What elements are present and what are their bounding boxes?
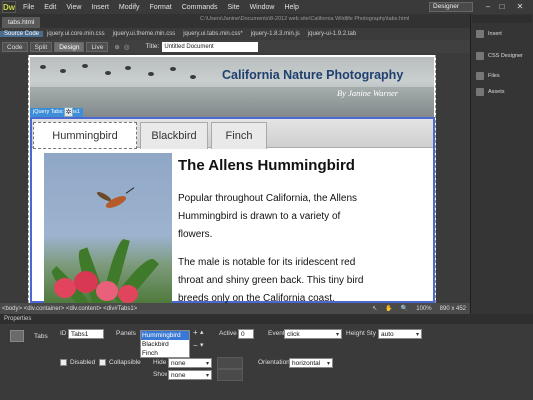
status-bar: <body> <div.container> <div.content> <di…	[0, 303, 470, 314]
panel-item-hummingbird[interactable]: Hummingbird	[141, 331, 189, 340]
orientation-label: Orientation	[258, 359, 290, 366]
paragraph-1-line-2: Hummingbird is drawn to a variety of	[178, 211, 341, 222]
paragraph-1-line-3: flowers.	[178, 229, 213, 240]
panel-css-designer-button[interactable]: CSS Designer	[476, 50, 531, 62]
globe-icon[interactable]: ◎	[124, 43, 130, 51]
select-tool-icon[interactable]: ↖	[372, 305, 377, 312]
window-size[interactable]: 890 x 452	[440, 306, 466, 312]
document-toolbar: Code Split Design Live ⊕ ◎ Title: Untitl…	[0, 40, 470, 53]
tab-hummingbird[interactable]: Hummingbird	[33, 122, 137, 149]
collapsible-label: Collapsible	[109, 359, 141, 366]
hide-options-box	[217, 357, 243, 369]
show-label: Show	[153, 371, 167, 378]
show-select[interactable]: none	[168, 370, 212, 381]
menu-window[interactable]: Window	[245, 4, 280, 11]
tabs-widget-icon	[10, 330, 24, 342]
related-file-theme-css[interactable]: jquery.ui.theme.min.css	[109, 31, 180, 37]
tab-blackbird[interactable]: Blackbird	[140, 122, 208, 149]
active-label: Active	[219, 330, 237, 337]
id-input[interactable]: Tabs1	[68, 329, 104, 339]
panels-list[interactable]: Hummingbird Blackbird Finch	[140, 330, 190, 358]
split-view-button[interactable]: Split	[29, 41, 53, 52]
menu-insert[interactable]: Insert	[86, 4, 114, 11]
panel-insert-button[interactable]: Insert	[476, 28, 531, 40]
maximize-icon[interactable]: □	[497, 2, 507, 11]
remove-panel-icon[interactable]: −	[193, 341, 198, 350]
related-file-core-css[interactable]: jquery.ui.core.min.css	[43, 31, 109, 37]
related-file-jquery-js[interactable]: jquery-1.8.3.min.js	[247, 31, 304, 37]
doc-tab-tabs-html[interactable]: tabs.html	[2, 17, 41, 28]
collapsible-checkbox[interactable]	[99, 359, 106, 366]
content-heading: The Allens Hummingbird	[178, 157, 355, 174]
show-options-box	[217, 369, 243, 381]
panel-item-finch[interactable]: Finch	[141, 349, 189, 358]
hide-label: Hide	[153, 359, 167, 366]
jquery-tabs-label[interactable]: jQuery Tabs: Tabs1	[30, 108, 83, 117]
banner-subtitle: By Janine Warner	[337, 88, 399, 98]
assets-icon	[476, 88, 484, 96]
banner-title: California Nature Photography	[222, 68, 404, 82]
properties-panel	[0, 314, 533, 400]
hand-tool-icon[interactable]: ✋	[385, 305, 392, 312]
dreamweaver-logo: Dw	[2, 1, 16, 13]
related-file-jquery-ui-js[interactable]: jquery-ui-1.9.2.tab	[304, 31, 360, 37]
title-input[interactable]: Untitled Document	[162, 41, 259, 52]
zoom-tool-icon[interactable]: 🔍	[401, 305, 408, 312]
panel-assets-button[interactable]: Assets	[476, 86, 531, 98]
code-view-button[interactable]: Code	[2, 41, 28, 52]
inspect-icon[interactable]: ⊕	[114, 43, 119, 51]
banner-image	[30, 57, 434, 117]
panel-header	[472, 15, 532, 23]
paragraph-1-line-1: Popular throughout California, the Allen…	[178, 193, 358, 204]
title-label: Title:	[145, 43, 160, 50]
properties-header: Properties	[0, 314, 533, 324]
hide-select[interactable]: none	[168, 358, 212, 369]
add-panel-icon[interactable]: +	[193, 328, 198, 337]
panel-files-button[interactable]: Files	[476, 70, 531, 82]
files-icon	[476, 72, 484, 80]
event-select[interactable]: click	[284, 329, 342, 340]
menu-site[interactable]: Site	[223, 4, 245, 11]
menu-edit[interactable]: Edit	[39, 4, 61, 11]
menu-bar: Dw File Edit View Insert Modify Format C…	[0, 0, 533, 14]
css-designer-icon	[476, 52, 484, 60]
tag-selector[interactable]: <body> <div.container> <div.content> <di…	[0, 306, 137, 312]
menu-help[interactable]: Help	[279, 4, 303, 11]
disabled-checkbox[interactable]	[60, 359, 67, 366]
close-icon[interactable]: ✕	[515, 2, 525, 11]
panel-item-blackbird[interactable]: Blackbird	[141, 340, 189, 349]
id-label: ID	[60, 330, 67, 337]
menu-commands[interactable]: Commands	[177, 4, 223, 11]
move-up-icon[interactable]: ▴	[200, 328, 204, 336]
paragraph-2-line-3: breeds only on the California coast.	[178, 293, 335, 303]
live-view-button[interactable]: Live	[86, 41, 109, 52]
zoom-level[interactable]: 100%	[416, 306, 431, 312]
height-style-label: Height Style	[346, 330, 376, 337]
active-input[interactable]: 0	[238, 329, 254, 339]
widget-type-label: Tabs	[34, 333, 48, 340]
insert-icon	[476, 30, 484, 38]
menu-file[interactable]: File	[18, 4, 39, 11]
hummingbird-photo	[44, 153, 172, 303]
jquery-settings-icon[interactable]: ✲	[64, 107, 73, 117]
move-down-icon[interactable]: ▾	[200, 341, 204, 349]
height-style-select[interactable]: auto	[378, 329, 422, 340]
disabled-label: Disabled	[70, 359, 96, 366]
paragraph-2-line-1: The male is notable for its iridescent r…	[178, 257, 356, 268]
tab-finch[interactable]: Finch	[211, 122, 267, 149]
file-path: C:\Users\Janine\Documents\8-2012 web sit…	[200, 16, 410, 22]
menu-view[interactable]: View	[61, 4, 86, 11]
menu-modify[interactable]: Modify	[114, 4, 145, 11]
related-source-code[interactable]: Source Code	[0, 31, 44, 37]
paragraph-2-line-2: throat and shiny green back. This tiny b…	[178, 275, 364, 286]
panels-label: Panels	[116, 330, 136, 337]
workspace-switcher[interactable]: Designer	[429, 2, 473, 12]
related-file-tabs-css[interactable]: jquery.ui.tabs.min.css*	[179, 31, 247, 37]
orientation-select[interactable]: horizontal	[289, 358, 333, 369]
related-files-bar: Source Code jquery.ui.core.min.css jquer…	[0, 28, 470, 40]
event-label: Event	[268, 330, 285, 337]
menu-format[interactable]: Format	[145, 4, 177, 11]
minimize-icon[interactable]: –	[483, 2, 493, 11]
design-view-button[interactable]: Design	[54, 41, 85, 52]
